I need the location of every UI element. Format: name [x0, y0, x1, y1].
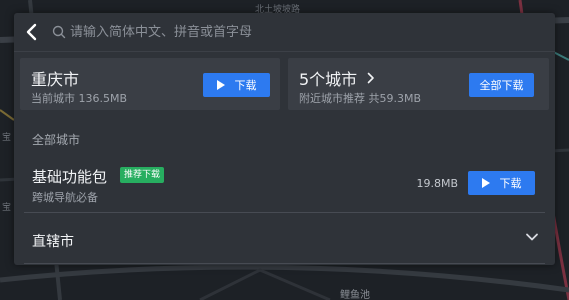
base-package-subtitle: 跨城导航必备 [32, 191, 98, 204]
recommend-badge: 推荐下载 [120, 167, 165, 183]
municipalities-label: 直辖市 [32, 234, 74, 250]
offline-map-panel: 重庆市 当前城市 136.5MB 下载 5个城市 附近城市推荐 共59.3MB … [14, 13, 555, 265]
current-city-label: 当前城市 [31, 92, 75, 105]
download-label: 下载 [234, 79, 257, 92]
download-label: 下载 [499, 177, 522, 190]
nearby-cities-total: 共59.3MB [368, 92, 422, 105]
divider [24, 263, 545, 264]
search-input[interactable] [70, 21, 530, 43]
nearby-cities-subtitle: 附近城市推荐 共59.3MB [299, 90, 421, 106]
current-city-card: 重庆市 当前城市 136.5MB 下载 [20, 58, 280, 110]
current-city-name: 重庆市 [31, 70, 80, 89]
map-label: 鲤鱼池 [340, 290, 370, 300]
base-package-size: 19.8MB [416, 177, 458, 190]
download-all-button[interactable]: 全部下载 [469, 73, 534, 97]
base-package-download-button[interactable]: 下载 [468, 171, 535, 195]
municipalities-row[interactable]: 直辖市 [14, 214, 555, 262]
nearby-cities-recommend: 附近城市推荐 [299, 92, 365, 105]
map-label: 宝 [2, 133, 12, 143]
current-city-download-button[interactable]: 下载 [203, 73, 270, 97]
chevron-right-icon [367, 72, 374, 84]
search-bar [14, 13, 555, 52]
base-package-title: 基础功能包 [32, 168, 108, 186]
base-package-row: 基础功能包 推荐下载 跨城导航必备 19.8MB 下载 [14, 161, 555, 211]
nearby-cities-title: 5个城市 [299, 70, 358, 89]
nearby-cities-link[interactable]: 5个城市 [299, 66, 375, 90]
download-all-label: 全部下载 [479, 79, 524, 92]
current-city-size: 136.5MB [78, 92, 128, 105]
back-arrow-icon [26, 23, 37, 41]
map-label: 宝 [2, 203, 12, 213]
play-icon [481, 178, 490, 188]
back-button[interactable] [20, 20, 42, 44]
chevron-down-icon [526, 233, 538, 241]
nearby-cities-card: 5个城市 附近城市推荐 共59.3MB 全部下载 [288, 58, 549, 110]
play-icon [216, 80, 225, 90]
search-icon [52, 25, 66, 39]
all-cities-section-label: 全部城市 [32, 133, 81, 147]
divider [24, 212, 545, 213]
current-city-subtitle: 当前城市 136.5MB [31, 90, 127, 106]
